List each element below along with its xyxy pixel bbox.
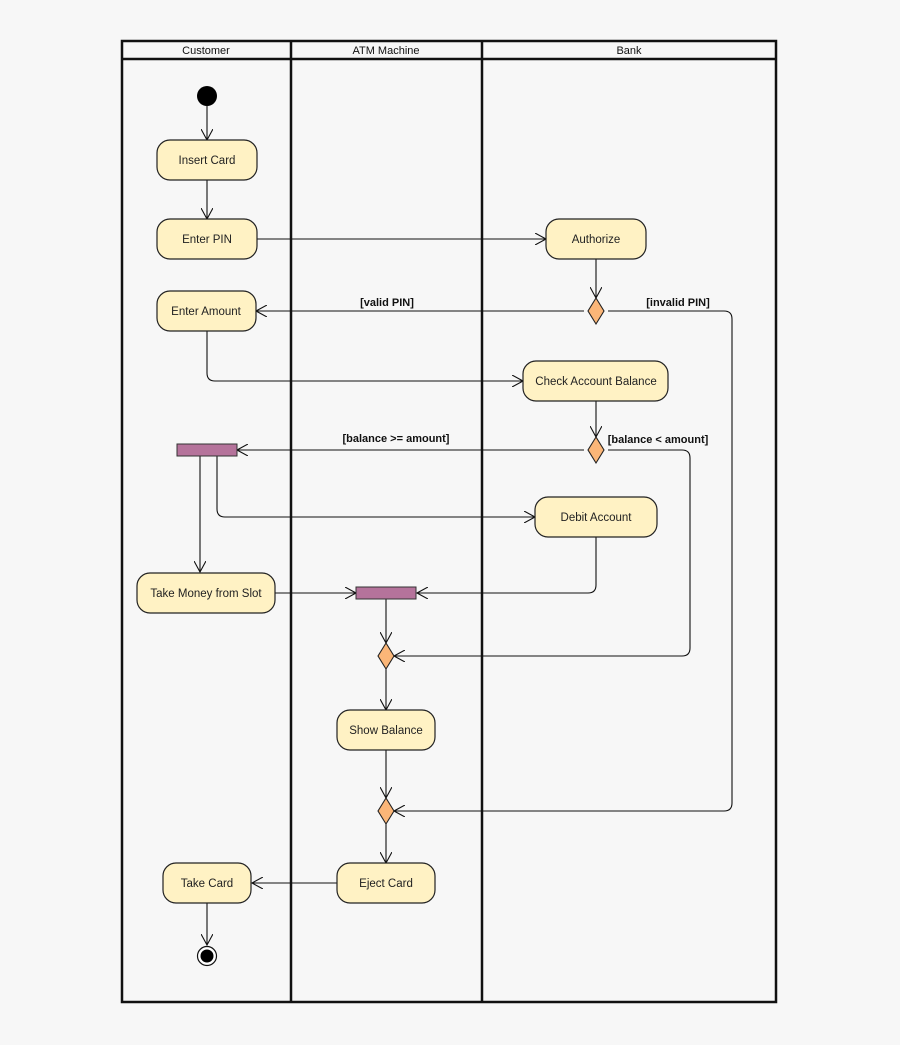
action-eject-card: Eject Card (336, 862, 436, 904)
initial-node (197, 86, 217, 106)
guard-invalid-pin: [invalid PIN] (646, 297, 710, 309)
swimlane-title-customer: Customer (182, 45, 230, 57)
activity-diagram: Customer ATM Machine Bank [valid PIN] [i… (120, 39, 778, 1004)
action-enter-amount: Enter Amount (156, 290, 257, 332)
edge-fork-to-debit-account (216, 456, 535, 517)
swimlane-title-atm: ATM Machine (352, 45, 419, 57)
swimlanes: Customer ATM Machine Bank (120, 39, 778, 1004)
fork-bar (176, 443, 238, 457)
svg-text:Enter Amount: Enter Amount (171, 306, 241, 318)
merge-node (377, 796, 395, 826)
swimlane-title-bank: Bank (616, 45, 642, 57)
svg-text:Take Money from Slot: Take Money from Slot (150, 588, 262, 600)
swimlane-frame (120, 39, 778, 1004)
svg-text:Authorize: Authorize (572, 234, 621, 246)
svg-text:Check Account Balance: Check Account Balance (535, 376, 656, 388)
action-debit-account: Debit Account (534, 496, 658, 538)
guard-balance-ok: [balance >= amount] (343, 433, 450, 445)
svg-text:Enter PIN: Enter PIN (182, 234, 232, 246)
action-take-money-from-slot: Take Money from Slot (136, 572, 276, 614)
decision-pin-valid (587, 296, 605, 326)
action-check-account-balance: Check Account Balance (522, 360, 669, 402)
decision-balance-sufficient (587, 435, 605, 465)
final-node (196, 945, 218, 967)
svg-text:Show Balance: Show Balance (349, 725, 423, 737)
guard-valid-pin: [valid PIN] (360, 297, 414, 309)
svg-text:Eject Card: Eject Card (359, 878, 413, 890)
join-bar (355, 586, 417, 600)
action-show-balance: Show Balance (336, 709, 436, 751)
edge-debit-account-to-join (417, 537, 597, 593)
merge-node (377, 641, 395, 671)
action-insert-card: Insert Card (156, 139, 258, 181)
svg-text:Debit Account: Debit Account (561, 512, 633, 524)
svg-text:Insert Card: Insert Card (179, 155, 236, 167)
action-take-card: Take Card (162, 862, 252, 904)
edge-enter-amount-to-check-balance (206, 331, 523, 381)
guard-balance-low: [balance < amount] (608, 434, 709, 446)
svg-text:Take Card: Take Card (181, 878, 233, 890)
action-enter-pin: Enter PIN (156, 218, 258, 260)
action-authorize: Authorize (545, 218, 647, 260)
edge-balance-low-to-merge (394, 449, 691, 656)
